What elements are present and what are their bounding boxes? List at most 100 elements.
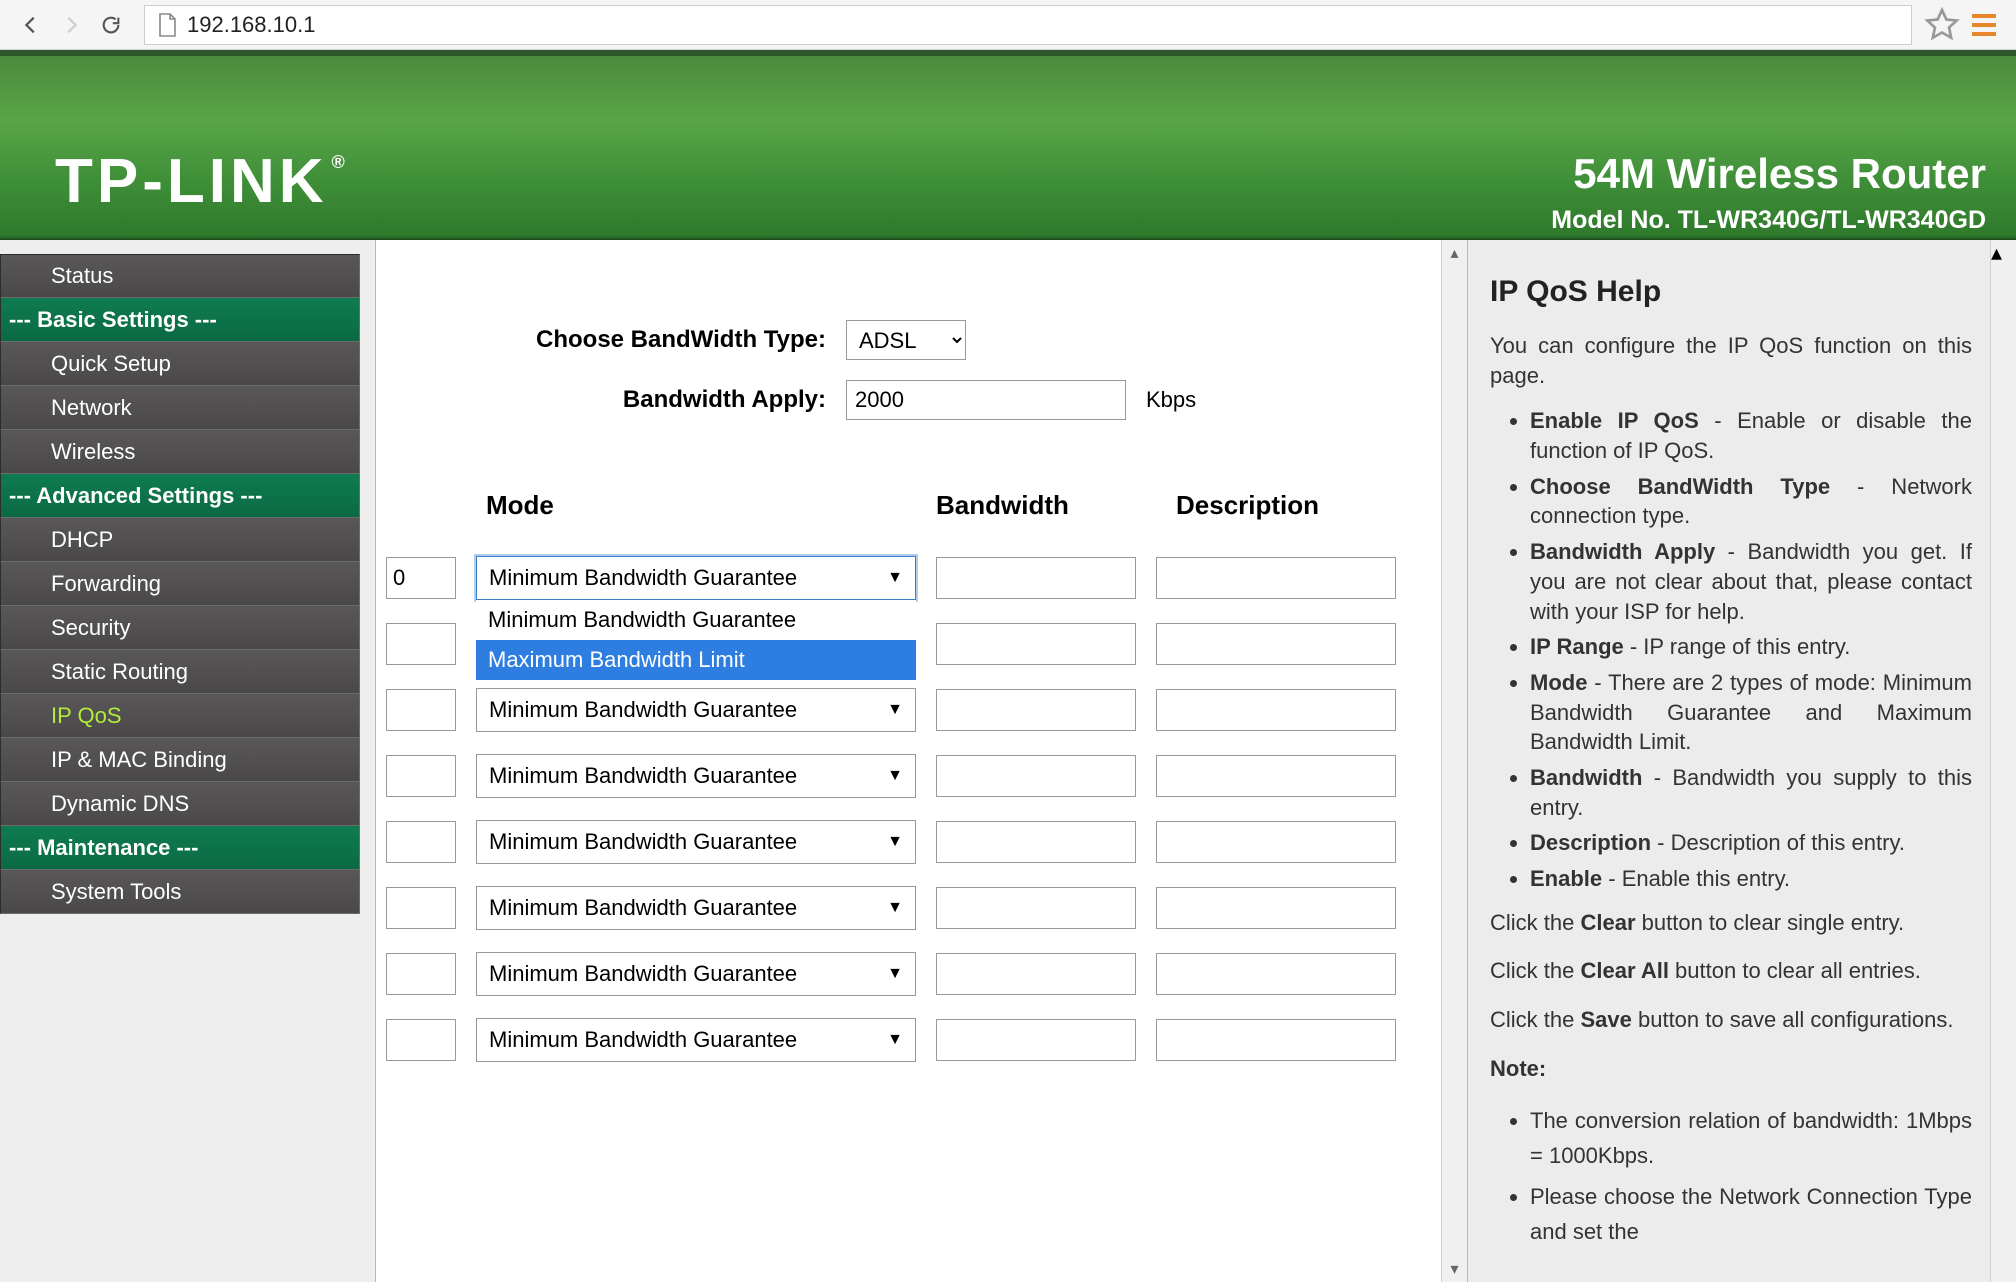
mode-option[interactable]: Maximum Bandwidth Limit xyxy=(476,640,916,680)
mode-select[interactable]: Minimum Bandwidth Guarantee▼ xyxy=(476,556,916,600)
chevron-down-icon: ▼ xyxy=(887,569,903,587)
browser-toolbar xyxy=(0,0,2016,50)
qos-row: Minimum Bandwidth Guarantee▼ xyxy=(386,677,1411,743)
bandwidth-apply-unit: Kbps xyxy=(1146,387,1196,413)
description-input[interactable] xyxy=(1156,821,1396,863)
col-mode: Mode xyxy=(476,490,916,521)
qos-row: Minimum Bandwidth Guarantee▼ xyxy=(386,743,1411,809)
sidebar-section: --- Basic Settings --- xyxy=(0,298,360,342)
window-scrollbar[interactable]: ▴ xyxy=(1990,240,2016,1282)
description-input[interactable] xyxy=(1156,953,1396,995)
sidebar-item[interactable]: Status xyxy=(0,254,360,298)
bandwidth-input[interactable] xyxy=(936,689,1136,731)
description-input[interactable] xyxy=(1156,557,1396,599)
help-bullet: Bandwidth Apply - Bandwidth you get. If … xyxy=(1530,537,1972,626)
back-button[interactable] xyxy=(14,8,48,42)
bandwidth-input[interactable] xyxy=(936,887,1136,929)
description-input[interactable] xyxy=(1156,755,1396,797)
sidebar-item[interactable]: Quick Setup xyxy=(0,342,360,386)
help-bullet: Enable IP QoS - Enable or disable the fu… xyxy=(1530,406,1972,465)
bandwidth-apply-input[interactable] xyxy=(846,380,1126,420)
ip-range-end-input[interactable] xyxy=(386,887,456,929)
product-title: 54M Wireless Router xyxy=(1551,150,1986,198)
col-description: Description xyxy=(1176,490,1411,521)
hamburger-menu-icon[interactable] xyxy=(1966,7,2002,43)
product-model: Model No. TL-WR340G/TL-WR340GD xyxy=(1551,206,1986,235)
sidebar-item[interactable]: Wireless xyxy=(0,430,360,474)
bandwidth-input[interactable] xyxy=(936,821,1136,863)
sidebar-item[interactable]: Network xyxy=(0,386,360,430)
center-scrollbar[interactable]: ▴ ▾ xyxy=(1441,240,1467,1282)
help-bullet: Description - Description of this entry. xyxy=(1530,828,1972,858)
chevron-down-icon: ▼ xyxy=(887,899,903,917)
ip-range-end-input[interactable] xyxy=(386,1019,456,1061)
sidebar-item[interactable]: Static Routing xyxy=(0,650,360,694)
qos-row: Minimum Bandwidth Guarantee▼ xyxy=(386,809,1411,875)
sidebar-item[interactable]: Dynamic DNS xyxy=(0,782,360,826)
content-area: Status--- Basic Settings ---Quick SetupN… xyxy=(0,240,2016,1282)
help-bullet: IP Range - IP range of this entry. xyxy=(1530,632,1972,662)
help-bullet: Mode - There are 2 types of mode: Minimu… xyxy=(1530,668,1972,757)
ip-range-end-input[interactable] xyxy=(386,689,456,731)
help-note-label: Note: xyxy=(1490,1054,1972,1085)
ip-range-end-input[interactable] xyxy=(386,821,456,863)
help-panel: IP QoS Help You can configure the IP QoS… xyxy=(1468,240,1990,1282)
bandwidth-input[interactable] xyxy=(936,1019,1136,1061)
url-input[interactable] xyxy=(187,12,1899,38)
chevron-down-icon: ▼ xyxy=(887,1031,903,1049)
help-save: Click the Save button to save all config… xyxy=(1490,1005,1972,1036)
ip-range-end-input[interactable] xyxy=(386,953,456,995)
scroll-up-icon[interactable]: ▴ xyxy=(1445,240,1464,266)
chevron-down-icon: ▼ xyxy=(887,965,903,983)
forward-button[interactable] xyxy=(54,8,88,42)
bandwidth-input[interactable] xyxy=(936,953,1136,995)
mode-dropdown: Minimum Bandwidth GuaranteeMaximum Bandw… xyxy=(476,600,916,680)
reload-button[interactable] xyxy=(94,8,128,42)
address-bar[interactable] xyxy=(144,5,1912,45)
help-intro: You can configure the IP QoS function on… xyxy=(1490,331,1972,390)
sidebar-section: --- Advanced Settings --- xyxy=(0,474,360,518)
mode-select[interactable]: Minimum Bandwidth Guarantee▼ xyxy=(476,754,916,798)
mode-select[interactable]: Minimum Bandwidth Guarantee▼ xyxy=(476,688,916,732)
sidebar-item[interactable]: Security xyxy=(0,606,360,650)
mode-select[interactable]: Minimum Bandwidth Guarantee▼ xyxy=(476,1018,916,1062)
mode-select[interactable]: Minimum Bandwidth Guarantee▼ xyxy=(476,952,916,996)
help-note-bullet: The conversion relation of bandwidth: 1M… xyxy=(1530,1103,1972,1173)
ip-range-end-input[interactable] xyxy=(386,755,456,797)
sidebar: Status--- Basic Settings ---Quick SetupN… xyxy=(0,240,375,1282)
qos-row: Minimum Bandwidth Guarantee▼ xyxy=(386,875,1411,941)
sidebar-section: --- Maintenance --- xyxy=(0,826,360,870)
sidebar-item[interactable]: System Tools xyxy=(0,870,360,914)
bandwidth-input[interactable] xyxy=(936,755,1136,797)
bookmark-star-icon[interactable] xyxy=(1924,7,1960,43)
help-bullet: Bandwidth - Bandwidth you supply to this… xyxy=(1530,763,1972,822)
sidebar-item[interactable]: IP QoS xyxy=(0,694,360,738)
ip-range-end-input[interactable] xyxy=(386,557,456,599)
qos-row: Minimum Bandwidth Guarantee▼ xyxy=(386,941,1411,1007)
mode-select[interactable]: Minimum Bandwidth Guarantee▼ xyxy=(476,886,916,930)
bandwidth-type-label: Choose BandWidth Type: xyxy=(486,326,826,354)
ip-range-end-input[interactable] xyxy=(386,623,456,665)
description-input[interactable] xyxy=(1156,1019,1396,1061)
main-panel: Choose BandWidth Type: ADSL Bandwidth Ap… xyxy=(375,240,1468,1282)
sidebar-item[interactable]: DHCP xyxy=(0,518,360,562)
page-icon xyxy=(157,13,177,37)
chevron-down-icon: ▼ xyxy=(887,767,903,785)
mode-select[interactable]: Minimum Bandwidth Guarantee▼ xyxy=(476,820,916,864)
description-input[interactable] xyxy=(1156,689,1396,731)
bandwidth-input[interactable] xyxy=(936,623,1136,665)
sidebar-item[interactable]: Forwarding xyxy=(0,562,360,606)
chevron-down-icon: ▼ xyxy=(887,833,903,851)
qos-row: Minimum Bandwidth Guarantee▼Minimum Band… xyxy=(386,545,1411,611)
description-input[interactable] xyxy=(1156,887,1396,929)
description-input[interactable] xyxy=(1156,623,1396,665)
scroll-up-icon[interactable]: ▴ xyxy=(1991,240,2016,266)
bandwidth-type-select[interactable]: ADSL xyxy=(846,320,966,360)
bandwidth-input[interactable] xyxy=(936,557,1136,599)
help-bullet: Choose BandWidth Type - Network connecti… xyxy=(1530,472,1972,531)
qos-row: Minimum Bandwidth Guarantee▼ xyxy=(386,1007,1411,1073)
sidebar-item[interactable]: IP & MAC Binding xyxy=(0,738,360,782)
mode-option[interactable]: Minimum Bandwidth Guarantee xyxy=(476,600,916,640)
help-clear: Click the Clear button to clear single e… xyxy=(1490,908,1972,939)
scroll-down-icon[interactable]: ▾ xyxy=(1445,1256,1464,1282)
